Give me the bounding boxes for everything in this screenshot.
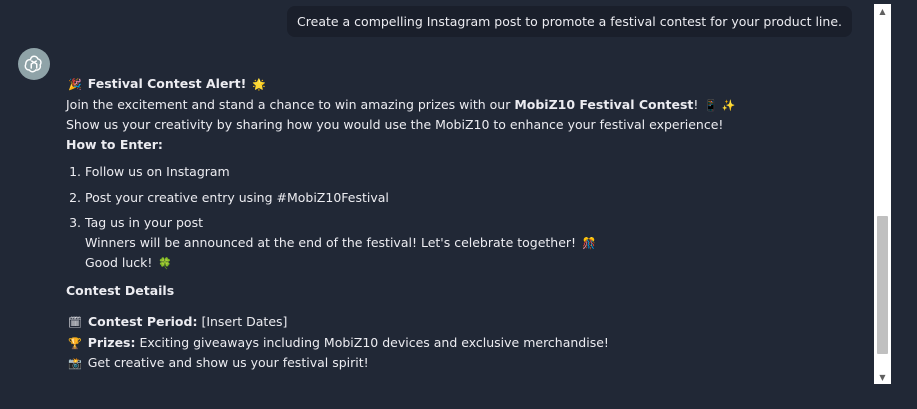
- scroll-thumb[interactable]: [877, 216, 888, 354]
- scroll-up-button[interactable]: ▲: [874, 4, 891, 18]
- detail-prizes: 🏆 Prizes: Exciting giveaways including M…: [66, 333, 856, 354]
- winners-line: Winners will be announced at the end of …: [85, 233, 856, 254]
- trophy-icon: 🏆: [68, 336, 82, 350]
- vertical-scrollbar[interactable]: ▲ ▼: [874, 4, 891, 384]
- calendar-icon: 🗓: [68, 316, 82, 329]
- assistant-avatar: [18, 48, 50, 80]
- user-message: Create a compelling Instagram post to pr…: [287, 6, 852, 37]
- contest-name: MobiZ10 Festival Contest: [514, 96, 694, 112]
- post-heading: 🎉 Festival Contest Alert! 🌟: [66, 74, 856, 95]
- how-to-enter-heading: How to Enter:: [66, 136, 163, 152]
- good-luck-line: Good luck! 🍀: [85, 253, 856, 274]
- chat-area: Create a compelling Instagram post to pr…: [0, 0, 872, 409]
- detail-creative: 📸 Get creative and show us your festival…: [66, 353, 856, 374]
- camera-icon: 📸: [68, 357, 82, 370]
- sparkle-star-icon: 🌟: [252, 78, 266, 91]
- list-item: Tag us in your post Winners will be anno…: [85, 213, 856, 274]
- clover-icon: 🍀: [158, 257, 173, 270]
- contest-details-heading: Contest Details: [66, 282, 175, 298]
- list-item: Follow us on Instagram: [85, 162, 856, 182]
- intro-line: Join the excitement and stand a chance t…: [66, 95, 856, 116]
- openai-logo-icon: [24, 55, 42, 73]
- contest-details: 🗓 Contest Period: [Insert Dates] 🏆 Prize…: [66, 312, 856, 374]
- intro-suffix: !: [693, 96, 699, 112]
- confetti-icon: 🎊: [582, 236, 596, 250]
- party-popper-icon: 🎉: [68, 78, 82, 91]
- detail-period: 🗓 Contest Period: [Insert Dates]: [66, 312, 856, 333]
- assistant-message: 🎉 Festival Contest Alert! 🌟 Join the exc…: [66, 74, 856, 374]
- scroll-down-button[interactable]: ▼: [874, 370, 891, 384]
- creativity-line: Show us your creativity by sharing how y…: [66, 117, 724, 132]
- entry-steps-list: Follow us on Instagram Post your creativ…: [66, 162, 856, 274]
- heading-text: Festival Contest Alert!: [87, 76, 247, 91]
- phone-sparkles-icon: 📱 ✨: [704, 98, 736, 112]
- list-item: Post your creative entry using #MobiZ10F…: [85, 188, 856, 208]
- intro-prefix: Join the excitement and stand a chance t…: [66, 96, 515, 112]
